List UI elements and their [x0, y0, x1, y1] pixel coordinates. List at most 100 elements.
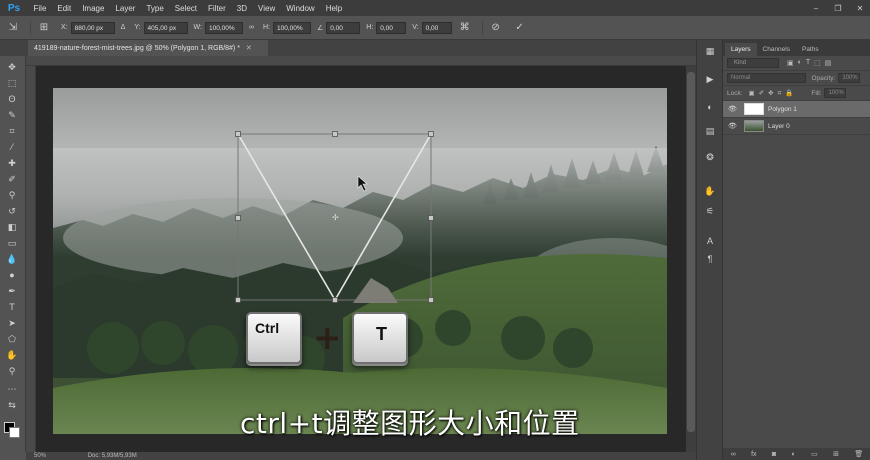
- divider: [30, 20, 31, 35]
- delete-layer-icon[interactable]: 🗑: [854, 450, 863, 458]
- pixel-filter-icon[interactable]: ▣: [787, 59, 794, 67]
- type-tool-icon[interactable]: T: [4, 300, 20, 314]
- layer-mask-icon[interactable]: ◙: [772, 451, 776, 458]
- paragraph-icon[interactable]: ¶: [703, 254, 717, 266]
- lasso-tool-icon[interactable]: ʘ: [4, 92, 20, 106]
- hand-tool-icon[interactable]: ✋: [4, 348, 20, 362]
- properties-icon[interactable]: ▤: [703, 126, 717, 138]
- minimize-button[interactable]: –: [810, 4, 822, 13]
- eye-icon[interactable]: 👁: [728, 122, 738, 130]
- adjustments-icon[interactable]: ◐: [703, 102, 717, 114]
- shape-filter-icon[interactable]: ⬚: [814, 59, 821, 67]
- horizontal-ruler: [26, 56, 722, 66]
- clone-stamp-tool-icon[interactable]: ⚲: [4, 188, 20, 202]
- zoom-level[interactable]: 50%: [34, 453, 46, 459]
- brush-tool-icon[interactable]: ✐: [4, 172, 20, 186]
- eraser-tool-icon[interactable]: ◧: [4, 220, 20, 234]
- more-tools-icon[interactable]: ⋯: [4, 382, 20, 396]
- link-layers-icon[interactable]: ∞: [731, 451, 736, 458]
- menu-image[interactable]: Image: [77, 4, 110, 13]
- layer-style-icon[interactable]: fx: [751, 451, 756, 458]
- transform-tool-icon[interactable]: ⇲: [6, 21, 20, 35]
- menu-select[interactable]: Select: [169, 4, 202, 13]
- play-actions-icon[interactable]: ▶: [703, 74, 717, 86]
- opacity-field[interactable]: 100%: [838, 73, 860, 83]
- new-layer-icon[interactable]: ⊞: [833, 450, 839, 458]
- scrollbar-thumb[interactable]: [687, 72, 695, 432]
- background-color-swatch[interactable]: [9, 427, 20, 438]
- t-key-graphic: T: [352, 312, 408, 364]
- marquee-tool-icon[interactable]: ⬚: [4, 76, 20, 90]
- eyedropper-tool-icon[interactable]: ⁄: [4, 140, 20, 154]
- x-position-field[interactable]: 880,00 px: [70, 21, 115, 34]
- tab-channels[interactable]: Channels: [757, 43, 796, 56]
- gradient-tool-icon[interactable]: ▭: [4, 236, 20, 250]
- kind-filter-select[interactable]: Kind: [727, 58, 779, 68]
- fill-field[interactable]: 100%: [824, 88, 847, 98]
- lock-icons[interactable]: ▣✐✥⌗🔒: [749, 89, 798, 98]
- blend-mode-select[interactable]: Normal: [727, 73, 806, 83]
- brush-presets-icon[interactable]: ❂: [703, 152, 717, 164]
- menu-view[interactable]: View: [253, 4, 281, 13]
- layer-thumbnail: [744, 103, 764, 115]
- tool-presets-icon[interactable]: ⚟: [703, 206, 717, 218]
- menu-file[interactable]: File: [28, 4, 52, 13]
- width-field[interactable]: 100,00%: [204, 21, 243, 34]
- pen-tool-icon[interactable]: ✒: [4, 284, 20, 298]
- warp-icon[interactable]: ⌘: [458, 21, 472, 35]
- history-icon[interactable]: ▦: [703, 46, 717, 58]
- zoom-tool-icon[interactable]: ⚲: [4, 364, 20, 378]
- eye-icon[interactable]: 👁: [728, 105, 738, 113]
- swap-colors-icon[interactable]: ⇆: [4, 398, 20, 412]
- restore-button[interactable]: ❐: [832, 4, 844, 13]
- layer-row-layer0[interactable]: 👁 Layer 0: [723, 118, 870, 135]
- blur-tool-icon[interactable]: 💧: [4, 252, 20, 266]
- history-brush-tool-icon[interactable]: ↺: [4, 204, 20, 218]
- angle-icon: ∠: [316, 24, 324, 32]
- vertical-skew-field[interactable]: 0,00: [421, 21, 452, 34]
- shape-tool-icon[interactable]: ⬠: [4, 332, 20, 346]
- menu-type[interactable]: Type: [141, 4, 169, 13]
- reference-point-icon[interactable]: ⊞: [37, 21, 51, 35]
- healing-brush-tool-icon[interactable]: ✚: [4, 156, 20, 170]
- tab-layers[interactable]: Layers: [725, 43, 757, 56]
- quick-select-tool-icon[interactable]: ✎: [4, 108, 20, 122]
- height-field[interactable]: 100,00%: [272, 21, 311, 34]
- close-button[interactable]: ✕: [854, 4, 866, 13]
- layer-thumbnail: [744, 120, 764, 132]
- path-selection-tool-icon[interactable]: ➤: [4, 316, 20, 330]
- horizontal-skew-field[interactable]: 0,00: [376, 21, 407, 34]
- y-position-field[interactable]: 405,00 px: [143, 21, 188, 34]
- move-tool-icon[interactable]: ✥: [4, 60, 20, 74]
- menu-3d[interactable]: 3D: [231, 4, 252, 13]
- menu-window[interactable]: Window: [281, 4, 320, 13]
- vertical-scrollbar[interactable]: [686, 66, 696, 452]
- dodge-tool-icon[interactable]: ●: [4, 268, 20, 282]
- tab-paths[interactable]: Paths: [796, 43, 825, 56]
- canvas-image[interactable]: ✢: [53, 88, 667, 434]
- angle-field[interactable]: 0,00: [326, 21, 361, 34]
- clone-source-icon[interactable]: ✋: [703, 186, 717, 198]
- cancel-transform-icon[interactable]: ⊘: [489, 21, 503, 35]
- adjustment-layer-icon[interactable]: ◐: [792, 451, 796, 458]
- document-tab-row: 419189-nature-forest-mist-trees.jpg @ 50…: [0, 40, 722, 56]
- svg-text:✢: ✢: [332, 213, 339, 222]
- link-icon[interactable]: ∞: [249, 24, 254, 31]
- character-icon[interactable]: A: [703, 236, 717, 248]
- crop-tool-icon[interactable]: ⌗: [4, 124, 20, 138]
- menu-help[interactable]: Help: [320, 4, 347, 13]
- group-icon[interactable]: ▭: [811, 450, 818, 458]
- document-tab[interactable]: 419189-nature-forest-mist-trees.jpg @ 50…: [28, 40, 268, 56]
- close-icon[interactable]: ✕: [246, 45, 252, 52]
- delta-icon: Δ: [120, 24, 126, 31]
- adjustment-filter-icon[interactable]: ◐: [798, 59, 802, 67]
- menu-filter[interactable]: Filter: [203, 4, 232, 13]
- menu-edit[interactable]: Edit: [52, 4, 77, 13]
- commit-transform-icon[interactable]: ✓: [513, 21, 527, 35]
- menu-layer[interactable]: Layer: [110, 4, 141, 13]
- x-label: X:: [61, 24, 68, 31]
- y-label: Y:: [134, 24, 141, 31]
- layer-row-polygon[interactable]: 👁 Polygon 1: [723, 101, 870, 118]
- type-filter-icon[interactable]: T: [806, 59, 810, 67]
- smart-object-filter-icon[interactable]: ▤: [825, 59, 832, 67]
